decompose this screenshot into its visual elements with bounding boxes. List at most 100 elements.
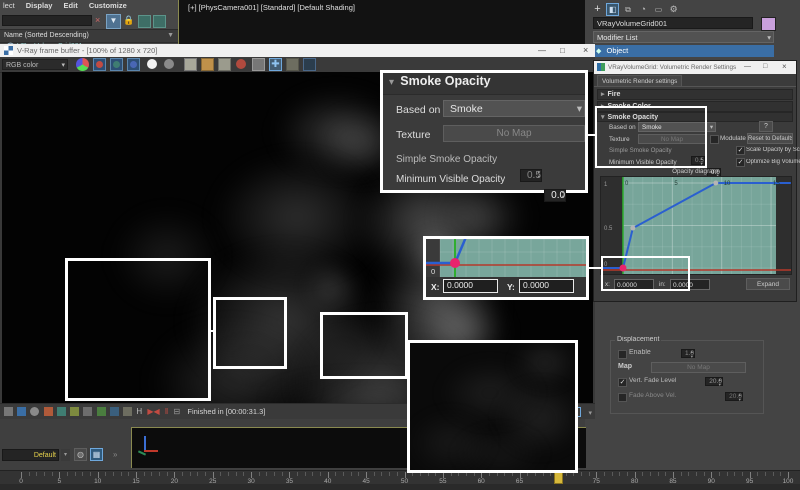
timeline-tick <box>727 472 728 476</box>
callout-simple-opacity-spinner[interactable]: 0.5 <box>520 169 542 182</box>
minimize-button[interactable]: — <box>744 63 751 70</box>
object-color-swatch[interactable] <box>761 17 776 31</box>
callout-min-opacity-label: Minimum Visible Opacity <box>396 174 505 185</box>
fade-above-spinner[interactable]: 20.0 <box>725 392 743 401</box>
chevron-down-icon[interactable]: ▾ <box>588 406 592 419</box>
modifier-stack-item[interactable]: ◆ Object <box>593 45 774 57</box>
displacement-enable-checkbox[interactable] <box>618 350 627 359</box>
timeline-tick <box>197 472 198 476</box>
skeleton-toggle-button[interactable]: ▦ <box>90 448 103 461</box>
clear-search-icon[interactable]: × <box>95 15 100 25</box>
lock-icon[interactable]: 🔒 <box>123 15 134 26</box>
menu-display[interactable]: Display <box>26 1 53 10</box>
timeline-tick <box>627 472 628 476</box>
x-field[interactable]: 0.0000 <box>443 279 498 293</box>
status-bar-icon[interactable]: H <box>136 407 142 416</box>
alpha-mode-button[interactable] <box>163 58 176 71</box>
blue-channel-button[interactable] <box>127 58 140 71</box>
compare-button[interactable] <box>303 58 316 71</box>
menu-select[interactable]: lect <box>3 1 15 10</box>
callout-based-on-dropdown[interactable]: Smoke <box>443 100 585 117</box>
status-bar-icon[interactable] <box>97 407 106 416</box>
clear-image-button[interactable] <box>218 58 231 71</box>
settings-titlebar[interactable]: VRayVolumeGrid: Volumetric Render Settin… <box>594 61 796 74</box>
timeline-tick <box>182 472 183 476</box>
callout-rollout-header[interactable]: ▾ Smoke Opacity <box>383 73 585 95</box>
status-bar-icon[interactable]: ⊟ <box>173 407 180 416</box>
vfb-titlebar[interactable]: V-Ray frame buffer - [100% of 1280 x 720… <box>0 44 595 57</box>
callout-texture-button[interactable]: No Map <box>443 125 585 142</box>
status-bar-icon[interactable] <box>83 407 92 416</box>
abort-render-button[interactable] <box>235 58 248 71</box>
save-image-button[interactable] <box>184 58 197 71</box>
create-tab-icon[interactable]: + <box>591 3 604 16</box>
expand-button[interactable]: Expand <box>746 278 790 290</box>
close-button[interactable]: × <box>782 62 787 71</box>
scene-explorer-icon[interactable] <box>138 15 151 28</box>
displacement-amount-spinner[interactable]: 1.0 <box>681 349 695 358</box>
rgb-mode-button[interactable] <box>146 58 159 71</box>
motion-tab-icon[interactable]: ◔ <box>637 3 650 16</box>
callout-min-opacity-spinner[interactable]: 0.0 <box>544 189 566 202</box>
origin-highlight-box <box>601 256 690 291</box>
maximize-button[interactable]: □ <box>560 46 565 55</box>
minimize-button[interactable]: — <box>538 46 546 55</box>
scale-units-checkbox[interactable] <box>736 146 745 155</box>
modify-tab-icon[interactable]: ◧ <box>606 3 619 16</box>
utilities-tab-icon[interactable]: ⚙ <box>667 3 680 16</box>
status-bar-icon[interactable] <box>57 407 66 416</box>
status-bar-icon[interactable] <box>30 407 39 416</box>
status-bar-icon[interactable] <box>123 407 132 416</box>
vert-fade-checkbox[interactable] <box>618 378 627 387</box>
status-bar-icon[interactable] <box>110 407 119 416</box>
status-bar-icon[interactable] <box>44 407 53 416</box>
origin-label: 0 <box>431 267 435 276</box>
object-name-field[interactable]: VRayVolumeGrid001 <box>593 17 753 29</box>
track-mouse-button[interactable]: ✚ <box>269 58 282 71</box>
reset-defaults-button[interactable]: Reset to Defaults <box>747 133 793 144</box>
scene-explorer-icon[interactable] <box>153 15 166 28</box>
fade-above-checkbox[interactable] <box>618 393 627 402</box>
displacement-map-label: Map <box>618 363 632 370</box>
close-button[interactable]: × <box>583 45 588 55</box>
duplicate-buffer-button[interactable] <box>252 58 265 71</box>
timeline-tick <box>604 472 605 476</box>
color-wheel-icon[interactable] <box>76 58 89 71</box>
status-bar-icon[interactable] <box>4 407 13 416</box>
green-channel-button[interactable] <box>110 58 123 71</box>
viewport-label[interactable]: [+] [PhysCamera001] [Standard] [Default … <box>188 3 355 12</box>
red-channel-button[interactable] <box>93 58 106 71</box>
annotation-inset-smoke <box>407 340 578 473</box>
vert-fade-spinner[interactable]: 20.0 <box>705 377 723 386</box>
menu-customize[interactable]: Customize <box>89 1 127 10</box>
annotation-box-1 <box>65 258 211 401</box>
timeline-tick <box>36 472 37 476</box>
y-field[interactable]: 0.0000 <box>519 279 574 293</box>
status-bar-icon[interactable] <box>70 407 79 416</box>
optimize-grids-checkbox[interactable] <box>736 158 745 167</box>
hierarchy-tab-icon[interactable]: ⧉ <box>621 3 634 16</box>
search-input[interactable] <box>2 15 92 26</box>
modifier-list-dropdown[interactable]: Modifier List <box>593 31 774 43</box>
load-image-button[interactable] <box>201 58 214 71</box>
callout-texture-label: Texture <box>396 129 430 141</box>
status-bar-icon[interactable]: ‖ <box>165 407 168 416</box>
chevron-down-icon[interactable]: ▾ <box>61 449 70 461</box>
toggle-button[interactable]: ◍ <box>74 448 87 461</box>
channel-select[interactable]: RGB color <box>2 59 68 70</box>
timeline-ruler[interactable]: 0510152025303540455055606570758085909510… <box>0 470 800 485</box>
display-tab-icon[interactable]: ▭ <box>652 3 665 16</box>
help-button[interactable]: ? <box>759 121 773 132</box>
filter-icon[interactable]: ▼ <box>106 14 121 29</box>
overflow-chevrons[interactable]: » <box>113 450 117 459</box>
region-render-button[interactable] <box>286 58 299 71</box>
workspace-field[interactable]: Default <box>2 449 59 461</box>
rollout-fire[interactable]: ▸Fire <box>597 89 793 100</box>
status-bar-icon[interactable]: ▶◀ <box>147 407 159 416</box>
menu-edit[interactable]: Edit <box>64 1 78 10</box>
viewport[interactable]: [+] [PhysCamera001] [Standard] [Default … <box>178 0 586 44</box>
modulate-checkbox[interactable] <box>710 135 719 144</box>
displacement-map-button[interactable]: No Map <box>651 362 746 373</box>
status-bar-icon[interactable] <box>17 407 26 416</box>
maximize-button[interactable]: □ <box>763 63 767 70</box>
